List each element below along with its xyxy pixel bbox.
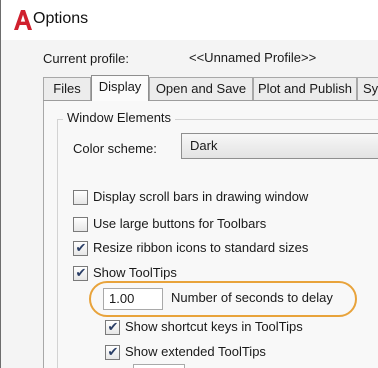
tab-open-and-save[interactable]: Open and Save xyxy=(149,77,253,101)
highlight-annotation xyxy=(89,281,357,317)
checkmark-icon xyxy=(74,189,88,203)
title-bar: Options xyxy=(1,0,378,40)
checkmark-icon: ✔ xyxy=(75,240,87,255)
checkbox-use-large-buttons[interactable] xyxy=(73,217,88,232)
current-profile-label: Current profile: xyxy=(43,51,129,66)
option-label: Resize ribbon icons to standard sizes xyxy=(93,240,309,255)
options-dialog: Options Current profile: <<Unnamed Profi… xyxy=(0,0,378,368)
tab-display[interactable]: Display xyxy=(91,75,149,101)
option-label: Use large buttons for Toolbars xyxy=(93,216,267,231)
checkbox-show-tooltips[interactable]: ✔ xyxy=(73,265,88,281)
checkmark-icon xyxy=(74,216,88,230)
checkmark-icon: ✔ xyxy=(75,265,87,280)
tab-plot-and-publish[interactable]: Plot and Publish xyxy=(253,77,357,101)
option-label: Display scroll bars in drawing window xyxy=(93,189,309,204)
option-label: Show shortcut keys in ToolTips xyxy=(125,319,303,334)
checkbox-display-scroll-bars[interactable] xyxy=(73,190,88,205)
tab-system[interactable]: Sy xyxy=(357,77,378,101)
checkmark-icon: ✔ xyxy=(107,344,119,359)
partial-input-field[interactable] xyxy=(133,364,185,368)
app-logo-icon xyxy=(14,10,32,30)
checkbox-show-extended-tooltips[interactable]: ✔ xyxy=(105,344,120,360)
checkmark-icon: ✔ xyxy=(107,319,119,334)
window-title: Options xyxy=(33,10,89,27)
tab-files[interactable]: Files xyxy=(43,77,91,101)
current-profile-value: <<Unnamed Profile>> xyxy=(189,50,317,65)
window-elements-title: Window Elements xyxy=(63,110,176,125)
option-label: Show ToolTips xyxy=(93,265,177,280)
checkbox-resize-ribbon-icons[interactable]: ✔ xyxy=(73,240,88,256)
color-scheme-select[interactable]: Dark xyxy=(181,133,378,159)
tab-strip: Files Display Open and Save Plot and Pub… xyxy=(43,75,378,101)
checkbox-show-shortcut-keys[interactable]: ✔ xyxy=(105,319,120,335)
option-label: Show extended ToolTips xyxy=(125,344,266,359)
color-scheme-label: Color scheme: xyxy=(73,141,157,156)
